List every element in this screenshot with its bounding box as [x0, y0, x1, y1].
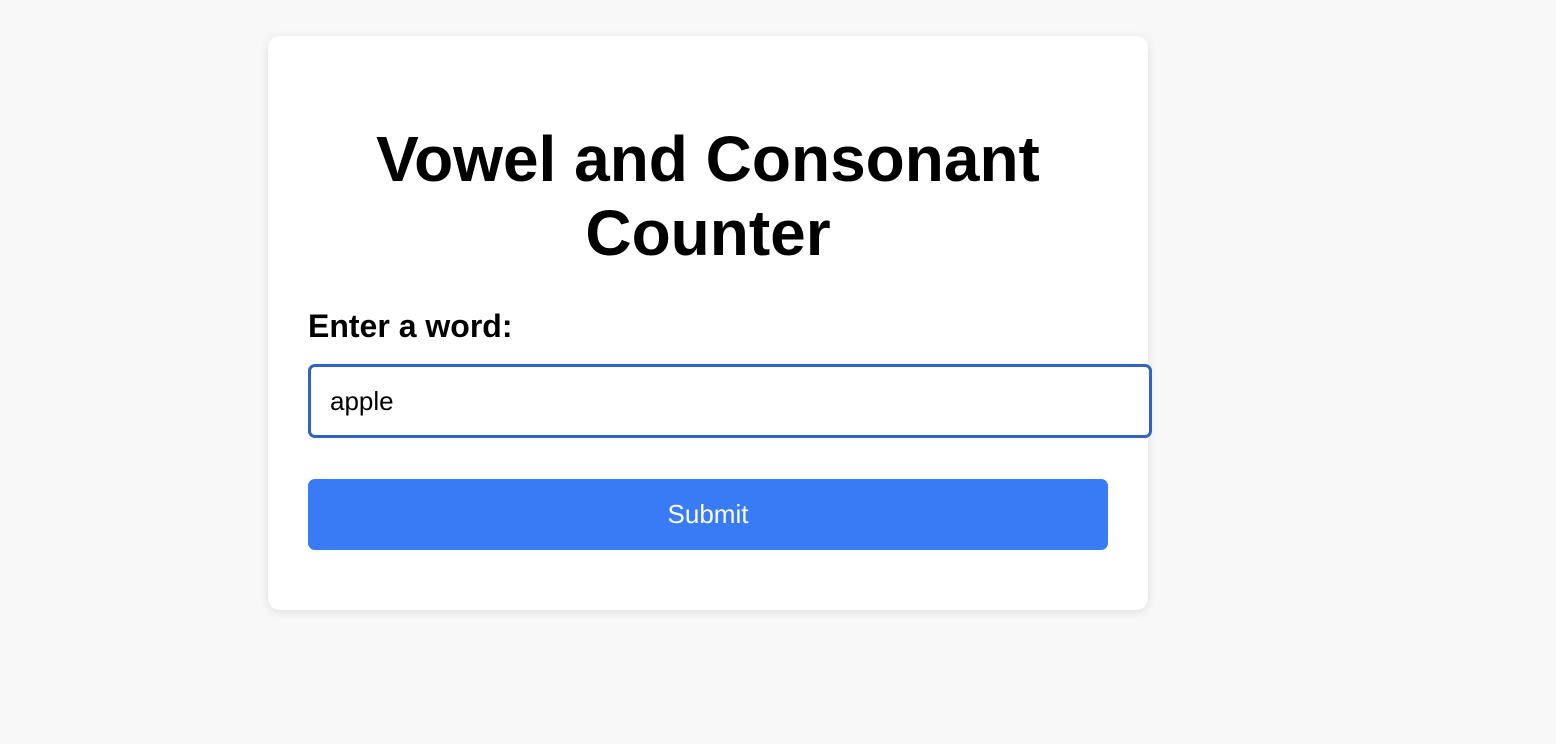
page-title: Vowel and Consonant Counter [376, 123, 1040, 269]
word-input[interactable] [308, 364, 1152, 438]
counter-card: Vowel and Consonant Counter Enter a word… [268, 36, 1152, 610]
submit-button[interactable]: Submit [308, 479, 1108, 550]
word-label: Enter a word: [308, 308, 513, 344]
